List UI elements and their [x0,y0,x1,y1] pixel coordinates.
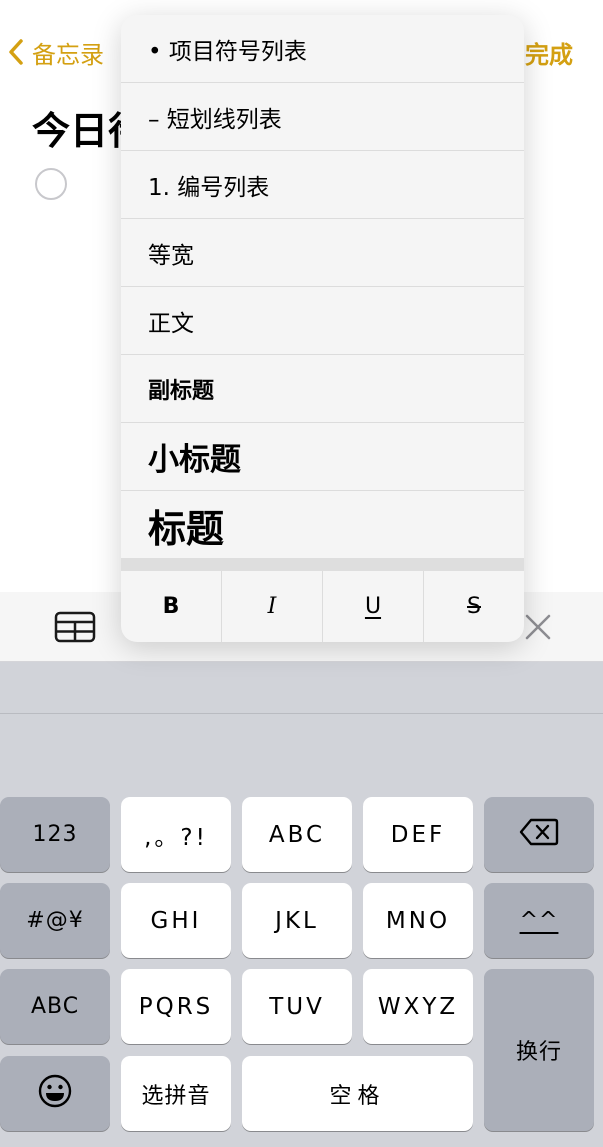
key-emoticon[interactable]: ^^ [484,883,594,958]
menu-item-label: 正文 [148,310,194,337]
bold-button[interactable]: B [121,571,222,642]
underline-button[interactable]: U [323,571,424,642]
chevron-left-icon [8,38,24,66]
menu-item-label: 标题 [148,506,225,551]
done-button[interactable]: 完成 [525,30,573,74]
italic-button[interactable]: I [222,571,323,642]
key-abc[interactable]: ABC [242,797,352,872]
key-select-pinyin[interactable]: 选拼音 [121,1056,231,1131]
back-button[interactable]: 备忘录 [8,30,104,74]
checklist-checkbox[interactable] [35,168,67,200]
emoji-key[interactable] [0,1056,110,1131]
return-key[interactable]: 换行 [484,969,594,1131]
menu-bulleted-list[interactable]: • 项目符号列表 [121,15,524,83]
menu-heading[interactable]: 小标题 [121,423,524,491]
keyboard: 123 ,。?! ABC DEF #@¥ GHI JKL MNO ^^ ABC … [0,662,603,1147]
menu-monospaced[interactable]: 等宽 [121,219,524,287]
close-icon[interactable] [520,609,556,645]
back-label: 备忘录 [32,40,104,69]
space-key[interactable]: 空格 [242,1056,473,1131]
menu-item-label: – 短划线列表 [148,106,282,133]
candidate-bar[interactable] [0,662,603,714]
popup-separator [121,558,524,571]
menu-item-label: • 项目符号列表 [148,38,307,65]
key-punctuation[interactable]: ,。?! [121,797,231,872]
key-wxyz[interactable]: WXYZ [363,969,473,1044]
key-def[interactable]: DEF [363,797,473,872]
delete-backward-icon [519,817,559,853]
key-mno[interactable]: MNO [363,883,473,958]
menu-item-label: 等宽 [148,242,194,269]
text-style-buttons: B I U S [121,571,524,642]
emoji-icon [37,1073,73,1115]
menu-item-label: 副标题 [148,378,215,404]
key-tuv[interactable]: TUV [242,969,352,1044]
key-abc-switch[interactable]: ABC [0,969,110,1044]
key-jkl[interactable]: JKL [242,883,352,958]
key-emoticon-label: ^^ [519,908,559,933]
menu-numbered-list[interactable]: 1. 编号列表 [121,151,524,219]
delete-key[interactable] [484,797,594,872]
menu-subheading[interactable]: 副标题 [121,355,524,423]
menu-item-label: 1. 编号列表 [148,174,270,201]
strikethrough-button[interactable]: S [424,571,524,642]
key-pqrs[interactable]: PQRS [121,969,231,1044]
key-numbers[interactable]: 123 [0,797,110,872]
table-icon[interactable] [52,609,98,645]
key-ghi[interactable]: GHI [121,883,231,958]
key-symbols[interactable]: #@¥ [0,883,110,958]
menu-title[interactable]: 标题 [121,491,524,559]
text-style-popup: • 项目符号列表 – 短划线列表 1. 编号列表 等宽 正文 副标题 小标题 标… [121,15,524,642]
menu-dashed-list[interactable]: – 短划线列表 [121,83,524,151]
menu-item-label: 小标题 [148,442,241,478]
menu-body[interactable]: 正文 [121,287,524,355]
